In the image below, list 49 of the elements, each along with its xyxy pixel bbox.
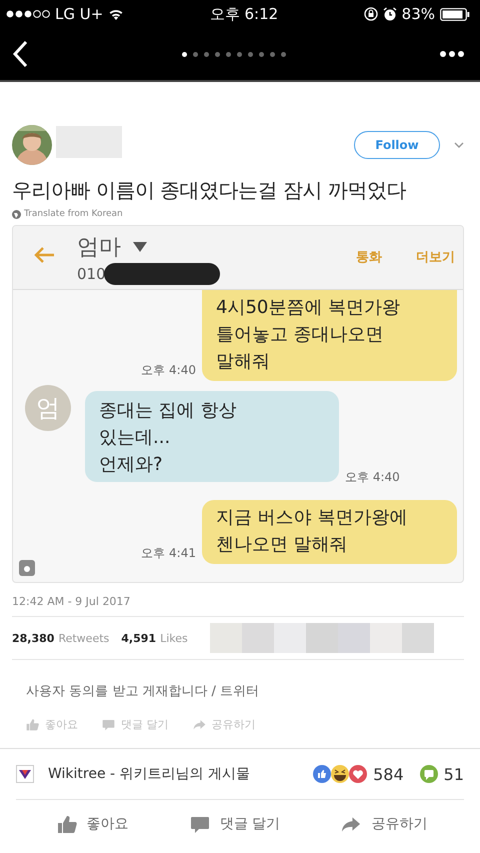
comment-icon: [190, 814, 210, 834]
comment-bubble-icon: [420, 765, 438, 783]
follow-button[interactable]: Follow: [354, 131, 440, 159]
action-button[interactable]: 댓글 달기: [102, 712, 168, 736]
action-button[interactable]: 댓글 달기: [190, 814, 280, 834]
share-arrow-icon: [192, 718, 206, 730]
more-icon[interactable]: [440, 51, 464, 57]
rotation-lock-icon: [364, 7, 378, 21]
caption-text: 사용자 동의를 받고 게재합니다 / 트위터: [25, 683, 260, 700]
carrier-name: LG U+: [55, 5, 104, 23]
message-time: 오후 4:40: [345, 469, 400, 486]
globe-icon: [12, 210, 21, 218]
likes-count: 4,591 Likes: [121, 632, 188, 644]
comment-count: 51: [444, 764, 464, 784]
header-action[interactable]: 통화: [356, 248, 382, 266]
wifi-icon: [108, 8, 124, 20]
caret-icon[interactable]: [133, 242, 147, 252]
wikitree-logo-icon[interactable]: [16, 765, 34, 783]
contact-name: 엄마: [77, 234, 121, 262]
battery-percent: 83%: [402, 5, 435, 23]
camera-icon[interactable]: [19, 560, 35, 576]
comment-icon: [102, 718, 115, 730]
reaction-icons-drawing: [313, 765, 368, 783]
contact-avatar: 엄: [25, 385, 71, 431]
sent-message: 지금 버스야 복면가왕에 첸나오면 말해줘: [202, 500, 457, 564]
action-button[interactable]: 좋아요: [56, 814, 129, 834]
page-name-link[interactable]: Wikitree - 위키트리님의 게시물: [48, 765, 250, 783]
phone-number: 010: [77, 265, 106, 283]
translate-link[interactable]: Translate from Korean: [24, 209, 123, 219]
tweet-timestamp: 12:42 AM - 9 Jul 2017: [12, 583, 464, 617]
action-button[interactable]: 좋아요: [26, 712, 78, 736]
received-message: 종대는 집에 항상 있는데... 언제와?: [85, 391, 339, 482]
signal-icon: [6, 10, 50, 18]
action-button[interactable]: 공유하기: [192, 712, 256, 736]
action-button[interactable]: 공유하기: [341, 814, 428, 834]
thumbs-up-icon: [56, 814, 77, 834]
back-icon[interactable]: [12, 40, 28, 68]
message-time: 오후 4:40: [141, 362, 196, 379]
message-time: 오후 4:41: [141, 545, 196, 562]
sent-message: 4시50분쯤에 복면가왕 틀어놓고 종대나오면 말해줘: [202, 290, 457, 381]
clock-time: 오후 6:12: [210, 4, 278, 24]
chevron-down-icon[interactable]: [454, 142, 464, 148]
thumbs-up-icon: [26, 718, 39, 730]
header-action[interactable]: 더보기: [416, 248, 455, 266]
battery-icon: [440, 8, 470, 20]
tweet-text: 우리아빠 이름이 종대였다는걸 잠시 까먹었다: [12, 177, 407, 204]
reaction-count: 584: [373, 764, 404, 784]
alarm-clock-icon: [382, 7, 397, 21]
retweets-count: 28,380 Retweets: [12, 632, 110, 644]
